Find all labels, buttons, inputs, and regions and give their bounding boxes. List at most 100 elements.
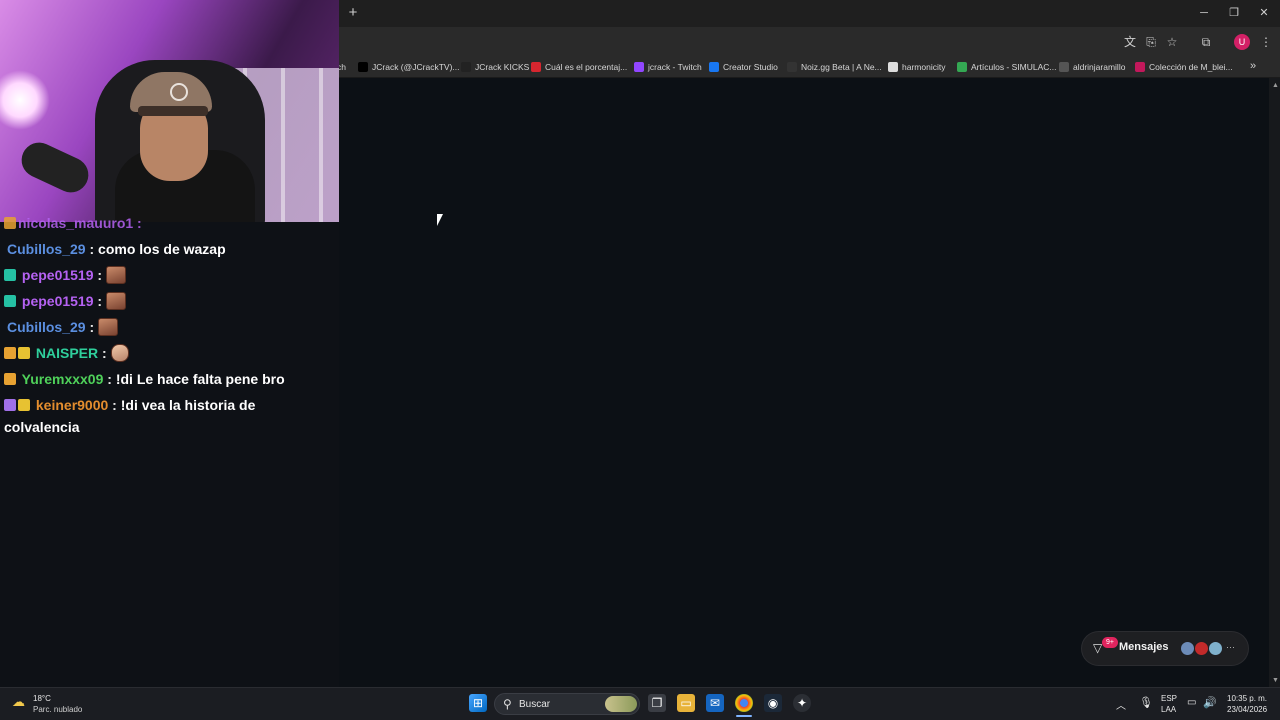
hand-emote-icon xyxy=(110,344,129,362)
chat-separator: : xyxy=(93,293,106,309)
face-emote-icon xyxy=(98,318,119,336)
windows-taskbar xyxy=(0,687,1280,720)
extensions-icon[interactable]: ⧉ xyxy=(1198,34,1214,50)
avatar xyxy=(1180,641,1195,656)
messages-count-badge: 9+ xyxy=(1102,637,1118,648)
facebook-icon xyxy=(709,62,719,72)
profile-avatar[interactable]: U xyxy=(1234,34,1250,50)
bookmark-label: Noiz.gg Beta | A Ne... xyxy=(801,62,882,72)
bookmark-star-icon[interactable]: ☆ xyxy=(1164,34,1180,50)
volume-icon[interactable]: 🔊 xyxy=(1203,696,1217,709)
messages-label: Mensajes xyxy=(1119,641,1169,653)
bookmark-item[interactable]: JCrack (@JCrackTV)... xyxy=(358,60,460,74)
search-highlight-icon xyxy=(605,696,637,712)
chat-message: Cubillos_29 : xyxy=(4,316,294,338)
page-content xyxy=(339,78,1269,687)
app-icon[interactable]: ✦ xyxy=(793,694,811,712)
bookmark-item[interactable]: Creator Studio xyxy=(709,60,778,74)
steam-icon[interactable]: ◉ xyxy=(764,694,782,712)
bookmark-item[interactable]: JCrack KICKS xyxy=(461,60,529,74)
chat-username[interactable]: pepe01519 xyxy=(22,267,94,283)
bookmark-label: JCrack (@JCrackTV)... xyxy=(372,62,460,72)
scroll-down-arrow-icon[interactable]: ▼ xyxy=(1272,677,1279,684)
chat-username[interactable]: keiner9000 xyxy=(36,397,108,413)
bookmark-item[interactable]: jcrack - Twitch xyxy=(634,60,702,74)
webcam-overlay xyxy=(0,0,339,222)
chat-separator: : xyxy=(85,241,99,257)
taskbar-search[interactable]: ⚲ Buscar xyxy=(494,693,640,715)
chat-username[interactable]: Cubillos_29 xyxy=(7,241,86,257)
chat-text: como los de wazap xyxy=(98,241,226,257)
bookmark-item[interactable]: Artículos - SIMULAC... xyxy=(957,60,1057,74)
minimize-button[interactable]: ─ xyxy=(1189,3,1219,23)
chat-separator: : xyxy=(103,371,116,387)
noiz-icon xyxy=(787,62,797,72)
scrollbar[interactable] xyxy=(1269,78,1280,687)
bookmark-item[interactable]: harmonicity xyxy=(888,60,945,74)
collection-icon xyxy=(1135,62,1145,72)
search-placeholder: Buscar xyxy=(519,699,551,710)
chat-badge-icon xyxy=(4,269,16,281)
x-logo-icon xyxy=(358,62,368,72)
face-emote-icon xyxy=(105,292,126,310)
chat-username[interactable]: Yuremxxx09 xyxy=(22,371,104,387)
weather-desc[interactable]: Parc. nublado xyxy=(33,705,82,714)
scroll-up-arrow-icon[interactable]: ▲ xyxy=(1272,82,1279,89)
twitch-icon xyxy=(634,62,644,72)
mail-icon[interactable]: ✉ xyxy=(706,694,724,712)
chat-message: Yuremxxx09 : !di Le hace falta pene bro xyxy=(4,368,294,390)
microphone-icon[interactable]: 🎙 xyxy=(1139,696,1153,709)
clock-date[interactable]: 23/04/2026 xyxy=(1227,705,1267,714)
chat-username[interactable]: NAISPER xyxy=(36,345,98,361)
chat-separator: : xyxy=(108,397,121,413)
chat-username[interactable]: pepe01519 xyxy=(22,293,94,309)
globe-icon xyxy=(1059,62,1069,72)
more-bookmarks-button[interactable]: » xyxy=(1250,60,1256,72)
chat-badge-icon xyxy=(18,347,30,359)
chat-separator: : xyxy=(93,267,106,283)
more-icon: ··· xyxy=(1226,642,1235,652)
chat-badge xyxy=(4,217,16,229)
clock-time[interactable]: 10:35 p. m. xyxy=(1227,694,1267,703)
chat-message: keiner9000 : !di vea la historia de colva… xyxy=(4,394,294,438)
language-layout[interactable]: LAA xyxy=(1161,705,1176,714)
file-explorer-icon[interactable]: ▭ xyxy=(677,694,695,712)
chat-message-partial: nicolas_mauuro1 : xyxy=(4,212,142,234)
task-view-icon[interactable]: ❐ xyxy=(648,694,666,712)
windows-start-icon[interactable]: ⊞ xyxy=(469,694,487,712)
translate-icon[interactable]: 文 xyxy=(1122,34,1138,50)
chat-message: pepe01519 : xyxy=(4,264,294,286)
chat-overlay: nicolas_mauuro1 : Cubillos_29 : como los… xyxy=(0,215,300,682)
cast-icon[interactable]: ⎘ xyxy=(1143,34,1159,50)
drive-icon xyxy=(957,62,967,72)
chat-badge-icon xyxy=(4,295,16,307)
tray-chevron-up-icon[interactable]: ︿ xyxy=(1116,697,1126,712)
chat-badge-icon xyxy=(4,399,16,411)
bookmark-item[interactable]: Cuál es el porcentaj... xyxy=(531,60,627,74)
weather-temp[interactable]: 18°C xyxy=(33,694,51,703)
chat-badge-icon xyxy=(4,373,16,385)
face-emote-icon xyxy=(105,266,126,284)
menu-kebab-icon[interactable]: ⋮ xyxy=(1258,34,1274,50)
chat-username[interactable]: Cubillos_29 xyxy=(7,319,86,335)
s-icon xyxy=(531,62,541,72)
bookmark-label: Artículos - SIMULAC... xyxy=(971,62,1057,72)
weather-icon[interactable]: ☁ xyxy=(12,695,28,709)
chat-text-continued: colvalencia xyxy=(4,419,80,435)
network-icon[interactable]: ▭ xyxy=(1187,697,1196,708)
new-tab-button[interactable]: + xyxy=(344,4,362,22)
language-indicator[interactable]: ESP xyxy=(1161,694,1177,703)
close-button[interactable]: ✕ xyxy=(1249,3,1279,23)
chrome-icon[interactable] xyxy=(735,694,753,712)
bookmark-label: harmonicity xyxy=(902,62,946,72)
bookmark-item[interactable]: Noiz.gg Beta | A Ne... xyxy=(787,60,882,74)
chat-message: NAISPER : xyxy=(4,342,294,364)
messages-popup[interactable]: ▽ 9+ Mensajes ··· xyxy=(1082,632,1248,665)
restore-button[interactable]: ❐ xyxy=(1219,3,1249,23)
bookmark-item[interactable]: Colección de M_blei... xyxy=(1135,60,1233,74)
bookmark-item[interactable]: aldrinjaramillo xyxy=(1059,60,1125,74)
avatar xyxy=(1208,641,1223,656)
avatar xyxy=(1194,641,1209,656)
chat-badge-icon xyxy=(4,347,16,359)
chat-separator: : xyxy=(98,345,111,361)
